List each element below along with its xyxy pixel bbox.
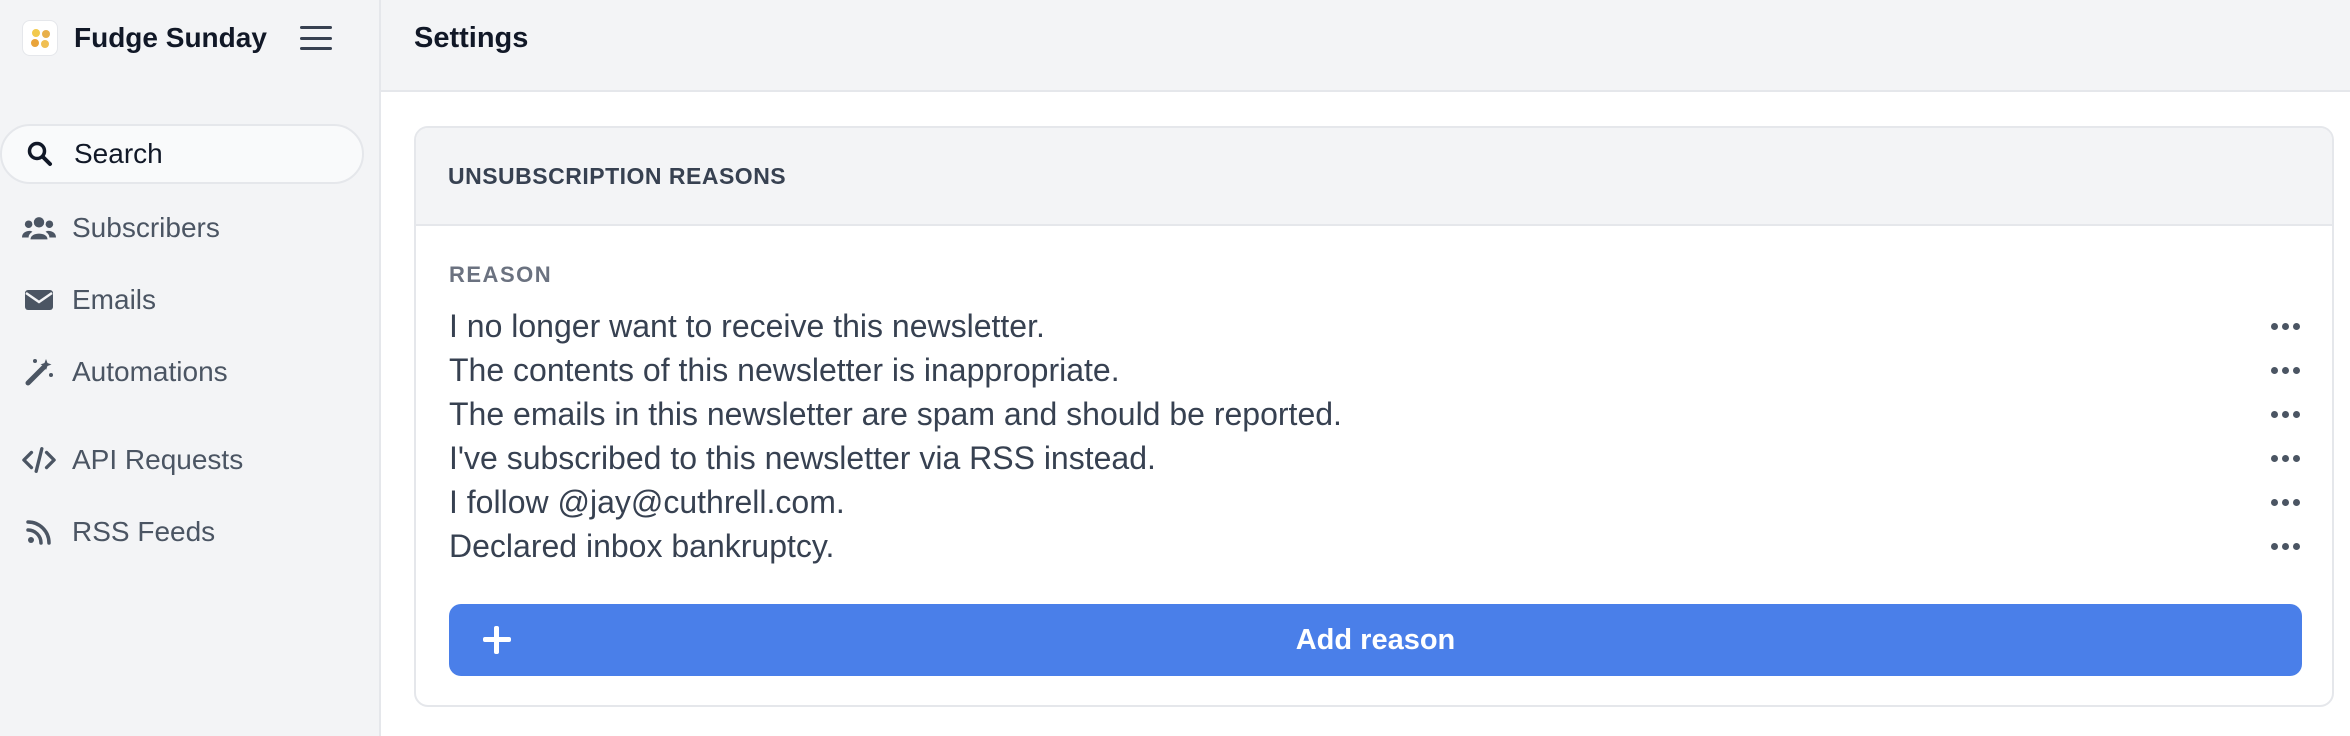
sidebar-item-automations[interactable]: Automations — [0, 342, 364, 402]
more-options-icon[interactable] — [2265, 443, 2305, 473]
sidebar-item-api-requests[interactable]: API Requests — [0, 430, 364, 490]
menu-toggle-icon[interactable] — [300, 24, 332, 52]
fudge-logo-icon — [22, 20, 58, 56]
column-header-reason: REASON — [449, 262, 553, 287]
rss-icon — [22, 517, 56, 547]
reason-list: I no longer want to receive this newslet… — [449, 304, 2305, 568]
reason-text: Declared inbox bankruptcy. — [449, 527, 835, 564]
sidebar-item-label: Automations — [72, 356, 228, 387]
plus-icon — [483, 626, 511, 654]
more-options-icon[interactable] — [2265, 311, 2305, 341]
code-icon — [22, 445, 56, 475]
app-name: Fudge Sunday — [74, 22, 267, 53]
app-root: Fudge Sunday Search Subscribers Emails A… — [0, 0, 2350, 736]
list-item: Declared inbox bankruptcy. — [449, 524, 2305, 568]
page-title: Settings — [414, 22, 529, 54]
unsubscription-reasons-card: UNSUBSCRIPTION REASONS REASON I no longe… — [414, 126, 2334, 707]
sidebar-item-label: Subscribers — [72, 212, 220, 243]
sidebar-item-label: Emails — [72, 284, 157, 315]
sidebar-item-rss-feeds[interactable]: RSS Feeds — [0, 502, 364, 562]
sidebar: Fudge Sunday Search Subscribers Emails A… — [0, 0, 381, 736]
add-reason-button[interactable]: Add reason — [449, 604, 2302, 676]
search-input[interactable]: Search — [0, 124, 364, 184]
reason-text: The emails in this newsletter are spam a… — [449, 395, 1342, 432]
more-options-icon[interactable] — [2265, 487, 2305, 517]
magic-wand-icon — [22, 357, 56, 387]
list-item: I no longer want to receive this newslet… — [449, 304, 2305, 348]
sidebar-item-label: API Requests — [72, 444, 244, 475]
reason-text: I no longer want to receive this newslet… — [449, 307, 1045, 344]
sidebar-item-emails[interactable]: Emails — [0, 270, 364, 330]
more-options-icon[interactable] — [2265, 531, 2305, 561]
sidebar-item-subscribers[interactable]: Subscribers — [0, 198, 364, 258]
reason-text: I follow @jay@cuthrell.com. — [449, 483, 845, 520]
reason-text: The contents of this newsletter is inapp… — [449, 351, 1120, 388]
users-icon — [22, 213, 56, 243]
add-reason-label: Add reason — [1295, 623, 1456, 656]
reason-text: I've subscribed to this newsletter via R… — [449, 439, 1156, 476]
list-item: The contents of this newsletter is inapp… — [449, 348, 2305, 392]
more-options-icon[interactable] — [2265, 355, 2305, 385]
envelope-icon — [22, 285, 56, 315]
list-item: The emails in this newsletter are spam a… — [449, 392, 2305, 436]
sidebar-item-label: RSS Feeds — [72, 516, 216, 547]
search-label: Search — [74, 138, 163, 169]
card-title: UNSUBSCRIPTION REASONS — [448, 162, 787, 189]
list-item: I've subscribed to this newsletter via R… — [449, 436, 2305, 480]
top-bar: Settings — [381, 0, 2350, 92]
main-content: UNSUBSCRIPTION REASONS REASON I no longe… — [381, 92, 2350, 736]
search-icon — [26, 140, 54, 168]
card-header: UNSUBSCRIPTION REASONS — [416, 128, 2332, 226]
more-options-icon[interactable] — [2265, 399, 2305, 429]
list-item: I follow @jay@cuthrell.com. — [449, 480, 2305, 524]
